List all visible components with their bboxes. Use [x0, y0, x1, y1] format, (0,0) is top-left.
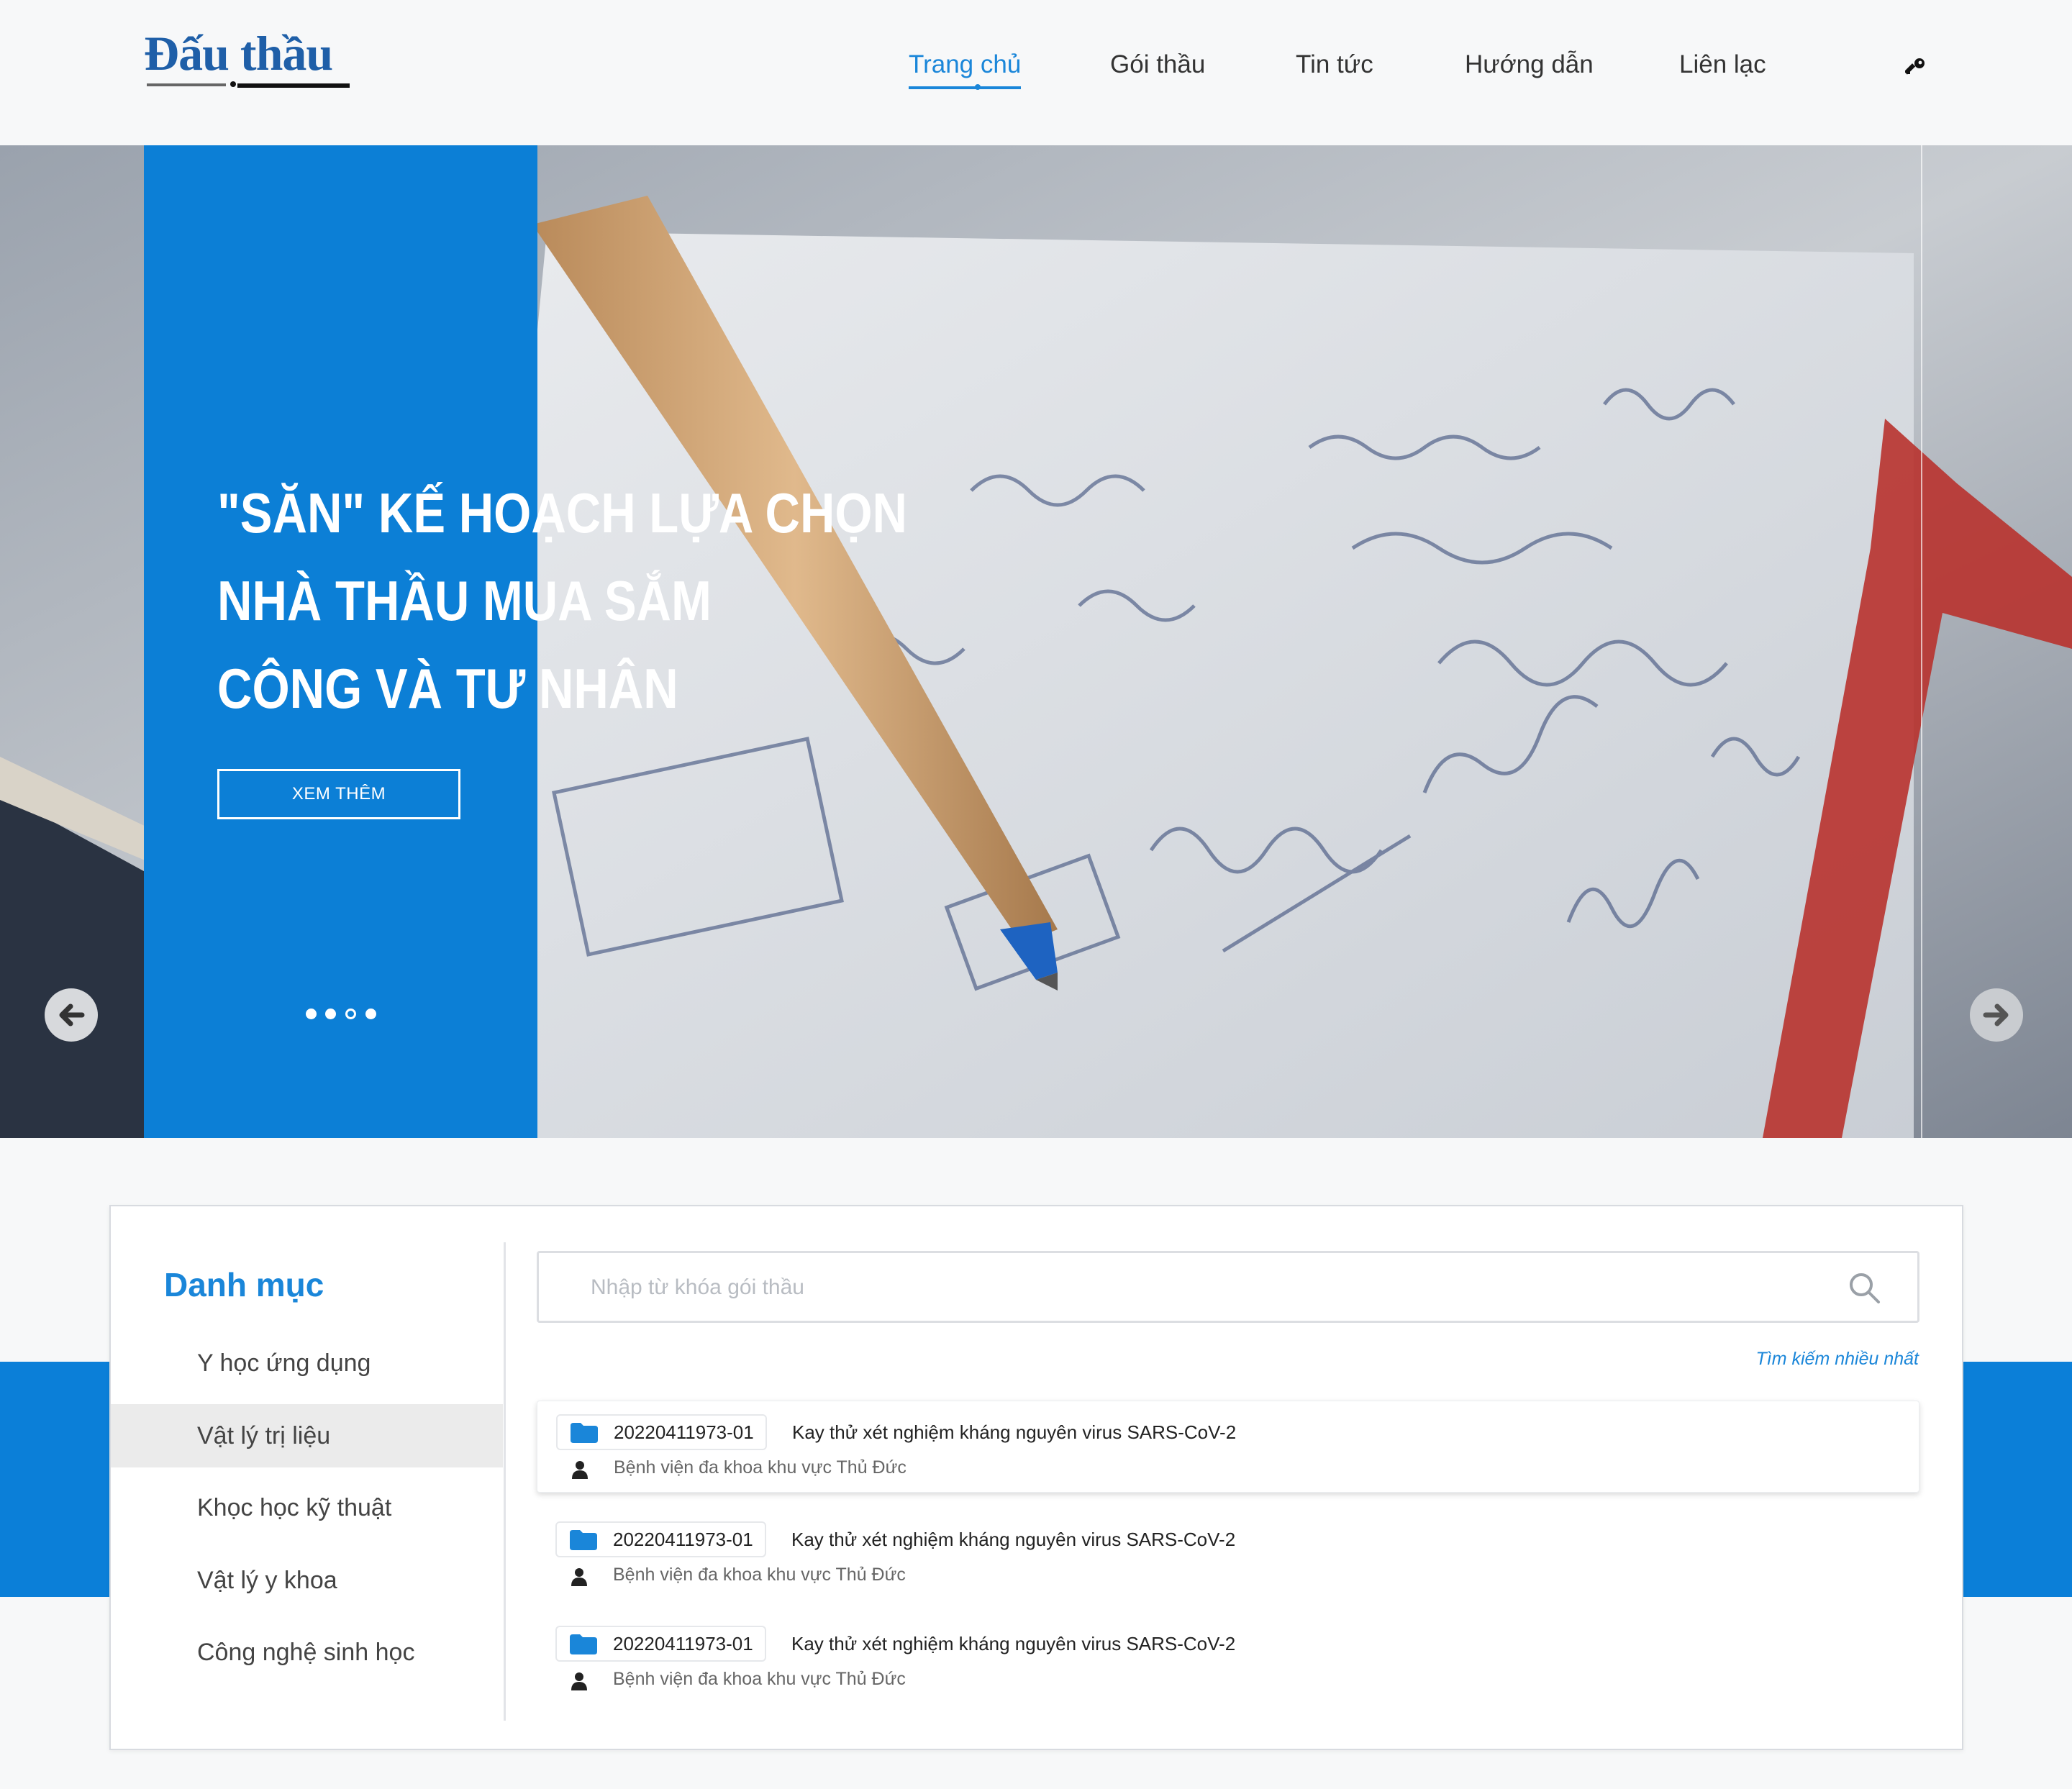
nav-item-contact[interactable]: Liên lạc [1679, 50, 1766, 79]
see-more-button[interactable]: XEM THÊM [217, 769, 460, 819]
result-organization: Bệnh viện đa khoa khu vực Thủ Đức [613, 1565, 906, 1585]
nav-item-guide[interactable]: Hướng dẫn [1465, 50, 1594, 79]
carousel-dot[interactable] [325, 1009, 336, 1019]
hero-title: "SĂN" KẾ HOẠCH LỰA CHỌN NHÀ THẦU MUA SẮM… [217, 469, 908, 732]
top-search-link[interactable]: Tìm kiếm nhiều nhất [1756, 1349, 1919, 1370]
category-title: Danh mục [164, 1266, 324, 1303]
nav-item-news[interactable]: Tin tức [1296, 50, 1373, 79]
arrow-right-icon[interactable] [1970, 988, 2023, 1042]
person-icon [572, 1461, 588, 1479]
nav-item-label: Gói thầu [1110, 50, 1206, 78]
nav-item-home[interactable]: Trang chủ [909, 50, 1022, 90]
nav-item-label: Hướng dẫn [1465, 50, 1594, 78]
folder-icon [571, 1423, 598, 1443]
folder-icon [570, 1634, 597, 1654]
folder-icon [570, 1530, 597, 1550]
result-code-box: 20220411973-01 [556, 1414, 767, 1450]
hero-title-line: NHÀ THẦU MUA SẮM [217, 569, 712, 632]
category-item[interactable]: Công nghệ sinh học [111, 1621, 503, 1684]
category-item[interactable]: Y học ứng dụng [111, 1331, 503, 1395]
result-organization: Bệnh viện đa khoa khu vực Thủ Đức [614, 1457, 906, 1478]
result-title: Kay thử xét nghiệm kháng nguyên virus SA… [791, 1529, 1236, 1550]
person-icon [571, 1568, 587, 1586]
result-code-box: 20220411973-01 [555, 1521, 766, 1557]
result-item[interactable]: 20220411973-01 Kay thử xét nghiệm kháng … [537, 1401, 1919, 1493]
hero-carousel: "SĂN" KẾ HOẠCH LỰA CHỌN NHÀ THẦU MUA SẮM… [0, 145, 2072, 1138]
result-code: 20220411973-01 [613, 1633, 753, 1654]
search-input[interactable] [589, 1253, 1815, 1322]
result-organization: Bệnh viện đa khoa khu vực Thủ Đức [613, 1669, 906, 1689]
category-item-active[interactable]: Vật lý trị liệu [111, 1404, 503, 1467]
category-item[interactable]: Khọc học kỹ thuật [111, 1476, 503, 1539]
nav-item-label: Liên lạc [1679, 50, 1766, 78]
arrow-left-icon[interactable] [45, 988, 98, 1042]
carousel-dot[interactable] [365, 1009, 376, 1019]
nav-item-label: Trang chủ [909, 50, 1022, 78]
result-code-box: 20220411973-01 [555, 1626, 766, 1662]
sidebar-divider [504, 1242, 506, 1721]
carousel-dot[interactable] [345, 1009, 356, 1019]
hero-divider-line [1921, 145, 1922, 1138]
nav-item-packages[interactable]: Gói thầu [1110, 50, 1205, 79]
carousel-indicators [306, 1009, 385, 1023]
person-icon [571, 1672, 587, 1690]
result-code: 20220411973-01 [613, 1529, 753, 1550]
carousel-dot[interactable] [306, 1009, 317, 1019]
result-item[interactable]: 20220411973-01 Kay thử xét nghiệm kháng … [537, 1613, 1919, 1705]
search-icon[interactable] [1847, 1270, 1881, 1305]
site-header: Đấu thầu Trang chủ Gói thầu Tin tức Hướn… [0, 0, 2072, 145]
key-icon[interactable] [1905, 56, 1927, 78]
result-code: 20220411973-01 [614, 1421, 754, 1443]
hero-title-line: CÔNG VÀ TƯ NHÂN [217, 657, 678, 720]
search-box [537, 1251, 1919, 1323]
result-title: Kay thử xét nghiệm kháng nguyên virus SA… [791, 1633, 1236, 1654]
result-title: Kay thử xét nghiệm kháng nguyên virus SA… [792, 1421, 1237, 1443]
main-nav: Trang chủ Gói thầu Tin tức Hướng dẫn Liê… [0, 50, 2072, 94]
nav-active-underline [909, 86, 1022, 89]
result-item[interactable]: 20220411973-01 Kay thử xét nghiệm kháng … [537, 1508, 1919, 1601]
search-card: Danh mục Y học ứng dụng Vật lý trị liệu … [109, 1205, 1963, 1750]
hero-title-line: "SĂN" KẾ HOẠCH LỰA CHỌN [217, 481, 908, 545]
category-item[interactable]: Vật lý y khoa [111, 1549, 503, 1612]
nav-item-label: Tin tức [1296, 50, 1373, 78]
